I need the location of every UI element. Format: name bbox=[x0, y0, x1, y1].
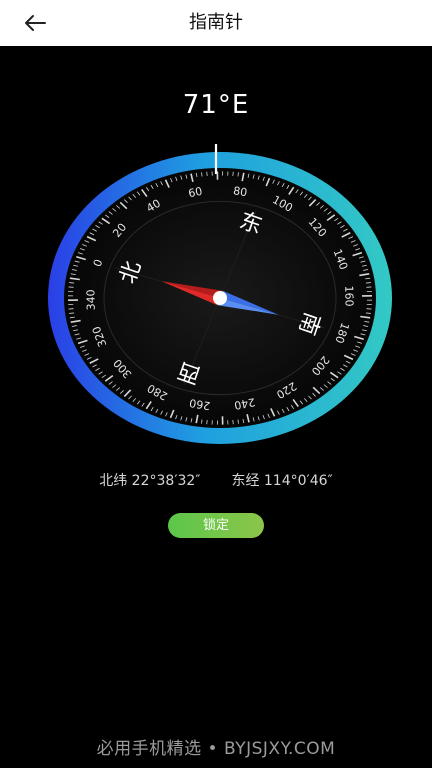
degree-label: 340 bbox=[84, 289, 97, 310]
degree-label: 60 bbox=[187, 185, 203, 200]
dial-tick bbox=[69, 312, 75, 314]
dial-tick bbox=[365, 282, 371, 284]
lock-button[interactable]: 锁定 bbox=[168, 513, 264, 538]
watermark-text: 必用手机精选 • BYJSJXY.COM bbox=[96, 739, 336, 759]
degree-label: 80 bbox=[232, 184, 248, 199]
compass-dial: 0204060 801001201401601802002202402602803… bbox=[48, 144, 392, 444]
page-title: 指南针 bbox=[189, 12, 243, 33]
longitude-text: 东经 114°0′46″ bbox=[231, 473, 333, 489]
dial-tick bbox=[69, 282, 75, 284]
location-coordinates: 北纬 22°38′32″ 东经 114°0′46″ bbox=[0, 470, 432, 490]
dial-tick bbox=[365, 312, 371, 314]
needle-pivot bbox=[213, 291, 227, 305]
latitude-text: 北纬 22°38′32″ bbox=[99, 473, 201, 489]
compass-screen: 71°E 0 20 40 60 80 100 120 140 160 180 200 220 240 26… bbox=[0, 46, 432, 768]
app-header: 指南针 bbox=[0, 0, 432, 46]
degree-label: 160 bbox=[342, 286, 355, 307]
